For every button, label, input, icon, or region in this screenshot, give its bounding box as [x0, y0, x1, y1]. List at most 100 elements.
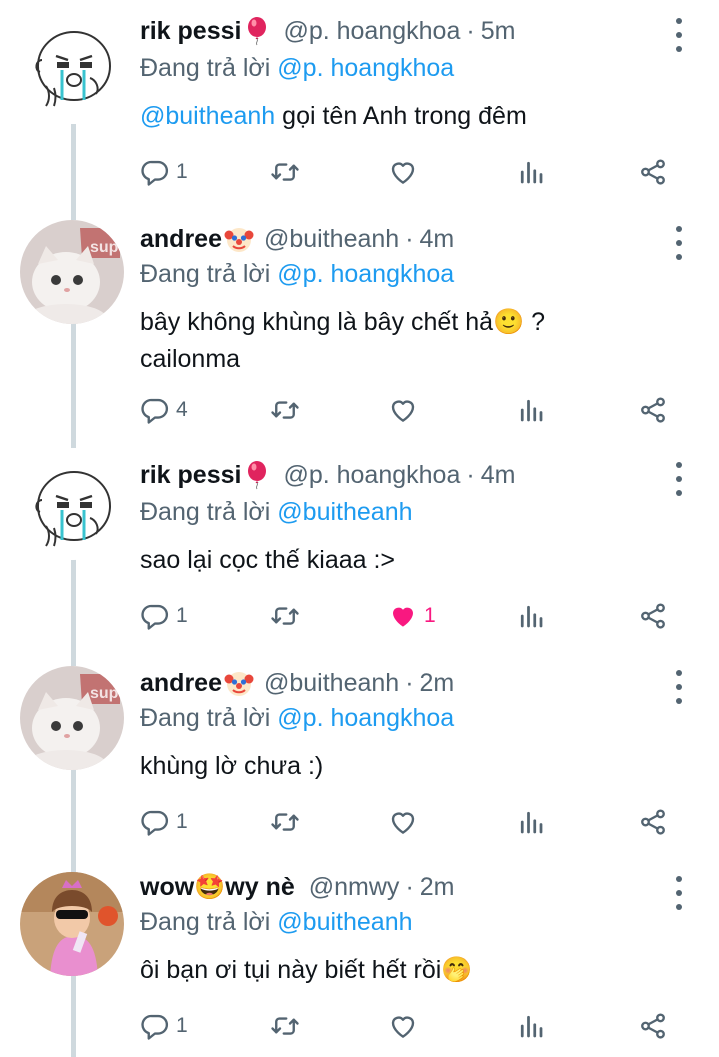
display-name[interactable]: andree	[140, 222, 222, 256]
retweet-icon	[270, 157, 300, 187]
replying-to-mention[interactable]: @buitheanh	[277, 498, 412, 526]
more-options-icon[interactable]	[664, 18, 694, 52]
avatar[interactable]	[20, 872, 124, 976]
share-icon	[638, 395, 668, 425]
timestamp[interactable]: 4m	[481, 458, 516, 492]
more-options-icon[interactable]	[664, 462, 694, 496]
display-name[interactable]: wow🤩wy nè	[140, 870, 295, 904]
reply-tweet[interactable]: rik pessi @p. hoangkhoa · 4m Đang trả lờ…	[0, 448, 719, 660]
retweet-button[interactable]	[270, 596, 306, 636]
view-stats-button[interactable]	[516, 390, 546, 430]
tweet-text: ôi bạn ơi tụi này biết hết rồi🤭	[140, 956, 473, 984]
replying-to-label: Đang trả lời	[140, 908, 271, 936]
more-options-icon[interactable]	[664, 670, 694, 704]
user-handle[interactable]: @p. hoangkhoa	[283, 458, 460, 492]
timestamp[interactable]: 2m	[420, 666, 455, 700]
reply-button[interactable]: 1	[140, 596, 188, 636]
tweet-text: sao lại cọc thế kiaaa :>	[140, 546, 396, 574]
thread-line	[71, 862, 76, 872]
retweet-button[interactable]	[270, 152, 306, 192]
replying-to: Đang trả lời @p. hoangkhoa	[140, 50, 454, 86]
share-icon	[638, 601, 668, 631]
like-count: 1	[424, 604, 436, 627]
action-bar: 1	[140, 1006, 700, 1046]
display-name[interactable]: rik pessi	[140, 458, 241, 492]
share-button[interactable]	[638, 802, 668, 842]
share-button[interactable]	[638, 152, 668, 192]
reply-button[interactable]: 4	[140, 390, 188, 430]
avatar[interactable]	[20, 456, 124, 560]
more-options-icon[interactable]	[664, 226, 694, 260]
share-icon	[638, 807, 668, 837]
retweet-button[interactable]	[270, 1006, 306, 1046]
reply-tweet[interactable]: andree @buitheanh · 2m Đang trả lời @p. …	[0, 660, 719, 862]
like-button[interactable]	[388, 390, 424, 430]
view-stats-button[interactable]	[516, 802, 546, 842]
like-button[interactable]: 1	[388, 596, 436, 636]
tweet-header: rik pessi @p. hoangkhoa · 5m	[140, 14, 515, 48]
display-name[interactable]: rik pessi	[140, 14, 241, 48]
tweet-text: bây không khùng là bây chết hả🙂 ? cailon…	[140, 308, 546, 373]
replying-to-mention[interactable]: @p. hoangkhoa	[277, 54, 454, 82]
thread-line	[71, 976, 76, 1057]
like-button[interactable]	[388, 1006, 424, 1046]
timestamp[interactable]: 4m	[420, 222, 455, 256]
share-icon	[638, 1011, 668, 1041]
retweet-button[interactable]	[270, 802, 306, 842]
action-bar: 4	[140, 390, 700, 430]
separator-dot: ·	[466, 461, 475, 489]
like-button[interactable]	[388, 802, 424, 842]
avatar[interactable]	[20, 666, 124, 770]
action-bar: 1	[140, 802, 700, 842]
tweet-header: andree @buitheanh · 4m	[140, 222, 454, 256]
reply-tweet[interactable]: andree @buitheanh · 4m Đang trả lời @p. …	[0, 124, 719, 448]
share-icon	[638, 157, 668, 187]
view-stats-button[interactable]	[516, 596, 546, 636]
retweet-icon	[270, 601, 300, 631]
reply-icon	[140, 395, 170, 425]
share-button[interactable]	[638, 390, 668, 430]
display-name[interactable]: andree	[140, 666, 222, 700]
action-bar: 1 1	[140, 596, 700, 636]
replying-to: Đang trả lời @buitheanh	[140, 904, 413, 940]
tweet-header: wow🤩wy nè @nmwy · 2m	[140, 870, 455, 904]
more-options-icon[interactable]	[664, 876, 694, 910]
replying-to-mention[interactable]: @p. hoangkhoa	[277, 260, 454, 288]
text-mention[interactable]: @buitheanh	[140, 102, 275, 130]
tweet-text: khùng lờ chưa :)	[140, 752, 324, 780]
view-stats-button[interactable]	[516, 1006, 546, 1046]
avatar[interactable]	[20, 16, 124, 120]
reply-button[interactable]: 1	[140, 802, 188, 842]
thread-line	[71, 770, 76, 862]
user-handle[interactable]: @p. hoangkhoa	[283, 14, 460, 48]
reply-button[interactable]: 1	[140, 1006, 188, 1046]
separator-dot: ·	[405, 669, 414, 697]
replying-to-label: Đang trả lời	[140, 498, 271, 526]
share-button[interactable]	[638, 596, 668, 636]
retweet-icon	[270, 807, 300, 837]
replying-to-mention[interactable]: @p. hoangkhoa	[277, 704, 454, 732]
heart-icon	[388, 157, 418, 187]
action-bar: 1	[140, 152, 700, 192]
tweet-header: rik pessi @p. hoangkhoa · 4m	[140, 458, 515, 492]
replying-to: Đang trả lời @p. hoangkhoa	[140, 700, 454, 736]
user-handle[interactable]: @nmwy	[309, 870, 400, 904]
like-button[interactable]	[388, 152, 424, 192]
retweet-icon	[270, 395, 300, 425]
replying-to-mention[interactable]: @buitheanh	[277, 908, 412, 936]
reply-tweet[interactable]: wow🤩wy nè @nmwy · 2m Đang trả lời @buith…	[0, 862, 719, 1057]
separator-dot: ·	[466, 17, 475, 45]
timestamp[interactable]: 5m	[481, 14, 516, 48]
reply-button[interactable]: 1	[140, 152, 188, 192]
heart-icon	[388, 1011, 418, 1041]
reply-tweet[interactable]: rik pessi @p. hoangkhoa · 5m Đang trả lờ…	[0, 0, 719, 212]
view-stats-button[interactable]	[516, 152, 546, 192]
share-button[interactable]	[638, 1006, 668, 1046]
avatar[interactable]	[20, 220, 124, 324]
user-handle[interactable]: @buitheanh	[264, 666, 399, 700]
retweet-button[interactable]	[270, 390, 306, 430]
heart-icon	[388, 807, 418, 837]
timestamp[interactable]: 2m	[420, 870, 455, 904]
user-handle[interactable]: @buitheanh	[264, 222, 399, 256]
retweet-icon	[270, 1011, 300, 1041]
